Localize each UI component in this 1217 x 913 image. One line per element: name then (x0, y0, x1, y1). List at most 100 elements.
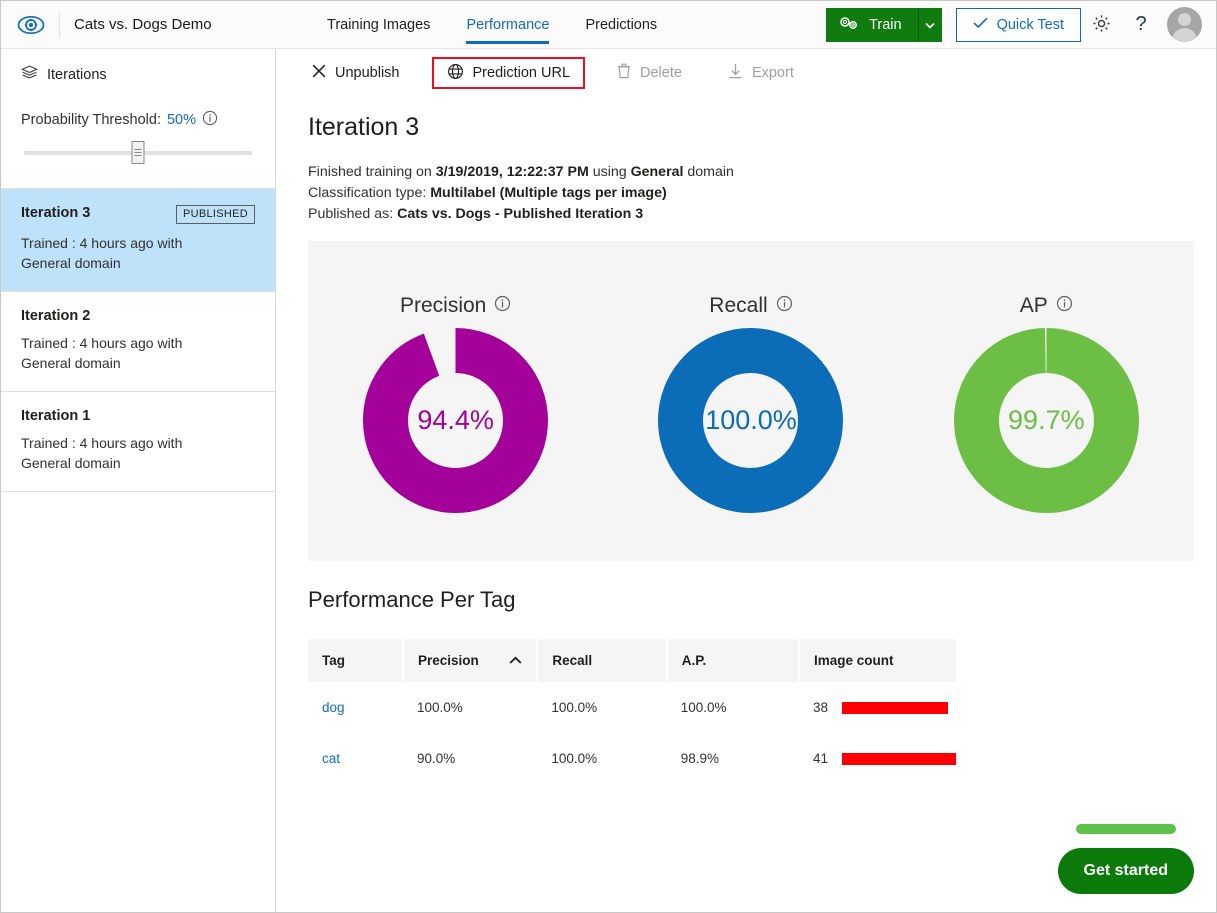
green-pill-indicator (1076, 824, 1176, 834)
info-icon[interactable] (494, 294, 511, 318)
meta-mid: using (589, 164, 631, 180)
meta-classification-type: Multilabel (Multiple tags per image) (430, 185, 666, 201)
meta-line-trained: Finished training on 3/19/2019, 12:22:37… (308, 162, 1194, 183)
project-title: Cats vs. Dogs Demo (59, 12, 212, 38)
train-label: Train (869, 17, 902, 33)
iteration-list: Iteration 3 PUBLISHED Trained : 4 hours … (1, 188, 275, 492)
meta-line-classification: Classification type: Multilabel (Multipl… (308, 183, 1194, 204)
checkmark-icon (973, 17, 988, 33)
ap-donut-cell: AP (900, 294, 1192, 513)
get-started-area: Get started (1058, 824, 1194, 894)
precision-donut: 94.4% (363, 328, 548, 513)
performance-content: Iteration 3 Finished training on 3/19/20… (276, 97, 1216, 912)
meta-prefix: Finished training on (308, 164, 436, 180)
image-count-bar (842, 753, 956, 765)
precision-label-row: Precision (400, 294, 511, 318)
table-header-row: Tag Precision Recall A.P. (308, 639, 956, 682)
iteration-header: Iteration 1 (21, 408, 255, 424)
chevron-down-icon (925, 17, 935, 32)
cell-tag: dog (308, 682, 403, 733)
image-count-value: 38 (813, 700, 828, 715)
delete-button[interactable]: Delete (603, 57, 696, 89)
info-icon[interactable] (1056, 294, 1073, 318)
train-button[interactable]: Train (826, 8, 918, 42)
precision-donut-cell: Precision (309, 294, 601, 513)
cell-image-count: 38 (799, 682, 956, 733)
column-header-ap[interactable]: A.P. (667, 639, 799, 682)
sidebar: Iterations Probability Threshold: 50% (1, 49, 276, 912)
info-icon[interactable] (776, 294, 793, 318)
export-button[interactable]: Export (714, 57, 808, 89)
iteration-metadata: Finished training on 3/19/2019, 12:22:37… (308, 162, 1194, 225)
command-toolbar: Unpublish Prediction URL (276, 49, 1216, 97)
cell-recall: 100.0% (537, 733, 666, 784)
iteration-name: Iteration 1 (21, 408, 90, 424)
trash-icon (617, 63, 631, 83)
tab-predictions[interactable]: Predictions (585, 1, 657, 49)
column-header-precision[interactable]: Precision (403, 639, 537, 682)
table-row[interactable]: dog 100.0% 100.0% 100.0% 38 (308, 682, 956, 733)
slider-thumb[interactable] (132, 141, 145, 164)
iteration-subtitle: Trained : 4 hours ago with General domai… (21, 433, 236, 473)
table-row[interactable]: cat 90.0% 100.0% 98.9% 41 (308, 733, 956, 784)
iteration-list-item-3[interactable]: Iteration 3 PUBLISHED Trained : 4 hours … (1, 189, 275, 292)
ap-label: AP (1020, 294, 1048, 318)
recall-label-row: Recall (709, 294, 792, 318)
precision-value: 94.4% (363, 328, 548, 513)
info-icon[interactable] (202, 110, 218, 130)
unpublish-button[interactable]: Unpublish (298, 57, 414, 89)
unpublish-label: Unpublish (335, 65, 400, 81)
main-content: Unpublish Prediction URL (276, 49, 1216, 912)
cell-precision: 100.0% (403, 682, 537, 733)
recall-value: 100.0% (658, 328, 843, 513)
column-label-tag: Tag (322, 653, 345, 668)
globe-icon (447, 63, 464, 84)
column-label-image-count: Image count (814, 653, 894, 668)
prediction-url-button[interactable]: Prediction URL (432, 57, 586, 89)
iteration-list-item-2[interactable]: Iteration 2 Trained : 4 hours ago with G… (1, 292, 275, 392)
page-title: Iteration 3 (308, 113, 1194, 142)
tab-training-images[interactable]: Training Images (327, 1, 430, 49)
ap-value: 99.7% (954, 328, 1139, 513)
meta-domain: General (631, 164, 684, 180)
column-label-precision: Precision (418, 653, 479, 668)
cell-recall: 100.0% (537, 682, 666, 733)
meta-date: 3/19/2019, 12:22:37 PM (436, 164, 589, 180)
threshold-label: Probability Threshold: (21, 112, 161, 128)
delete-label: Delete (640, 65, 682, 81)
ap-label-row: AP (1020, 294, 1073, 318)
iteration-subtitle: Trained : 4 hours ago with General domai… (21, 333, 236, 373)
iteration-subtitle: Trained : 4 hours ago with General domai… (21, 233, 236, 273)
column-header-image-count[interactable]: Image count (799, 639, 956, 682)
precision-label: Precision (400, 294, 486, 318)
recall-label: Recall (709, 294, 767, 318)
probability-threshold-slider[interactable] (24, 140, 252, 166)
recall-donut: 100.0% (658, 328, 843, 513)
svg-text:?: ? (1135, 13, 1146, 34)
tab-performance[interactable]: Performance (466, 1, 549, 49)
column-header-tag[interactable]: Tag (308, 639, 403, 682)
settings-button[interactable] (1081, 5, 1121, 45)
quick-test-button[interactable]: Quick Test (956, 8, 1081, 42)
column-label-recall: Recall (552, 653, 592, 668)
quick-test-label: Quick Test (997, 17, 1064, 33)
probability-threshold-row: Probability Threshold: 50% (21, 110, 255, 130)
help-button[interactable]: ? (1121, 5, 1161, 45)
layers-icon (21, 65, 38, 84)
column-header-recall[interactable]: Recall (537, 639, 666, 682)
meta-published-name: Cats vs. Dogs - Published Iteration 3 (397, 206, 643, 222)
header-actions: Train Quick Test (826, 5, 1202, 45)
get-started-button[interactable]: Get started (1058, 848, 1194, 894)
section-title-performance-per-tag: Performance Per Tag (308, 587, 1194, 613)
iterations-title: Iterations (21, 65, 255, 84)
image-count-bar (842, 702, 948, 714)
train-dropdown-button[interactable] (918, 8, 942, 42)
tag-link-dog[interactable]: dog (322, 700, 345, 715)
user-avatar[interactable] (1167, 7, 1202, 42)
custom-vision-logo[interactable] (13, 15, 49, 35)
iteration-header: Iteration 3 PUBLISHED (21, 205, 255, 224)
meta-prefix: Classification type: (308, 185, 430, 201)
tag-link-cat[interactable]: cat (322, 751, 340, 766)
iteration-list-item-1[interactable]: Iteration 1 Trained : 4 hours ago with G… (1, 392, 275, 492)
app-body: Iterations Probability Threshold: 50% (1, 49, 1216, 912)
